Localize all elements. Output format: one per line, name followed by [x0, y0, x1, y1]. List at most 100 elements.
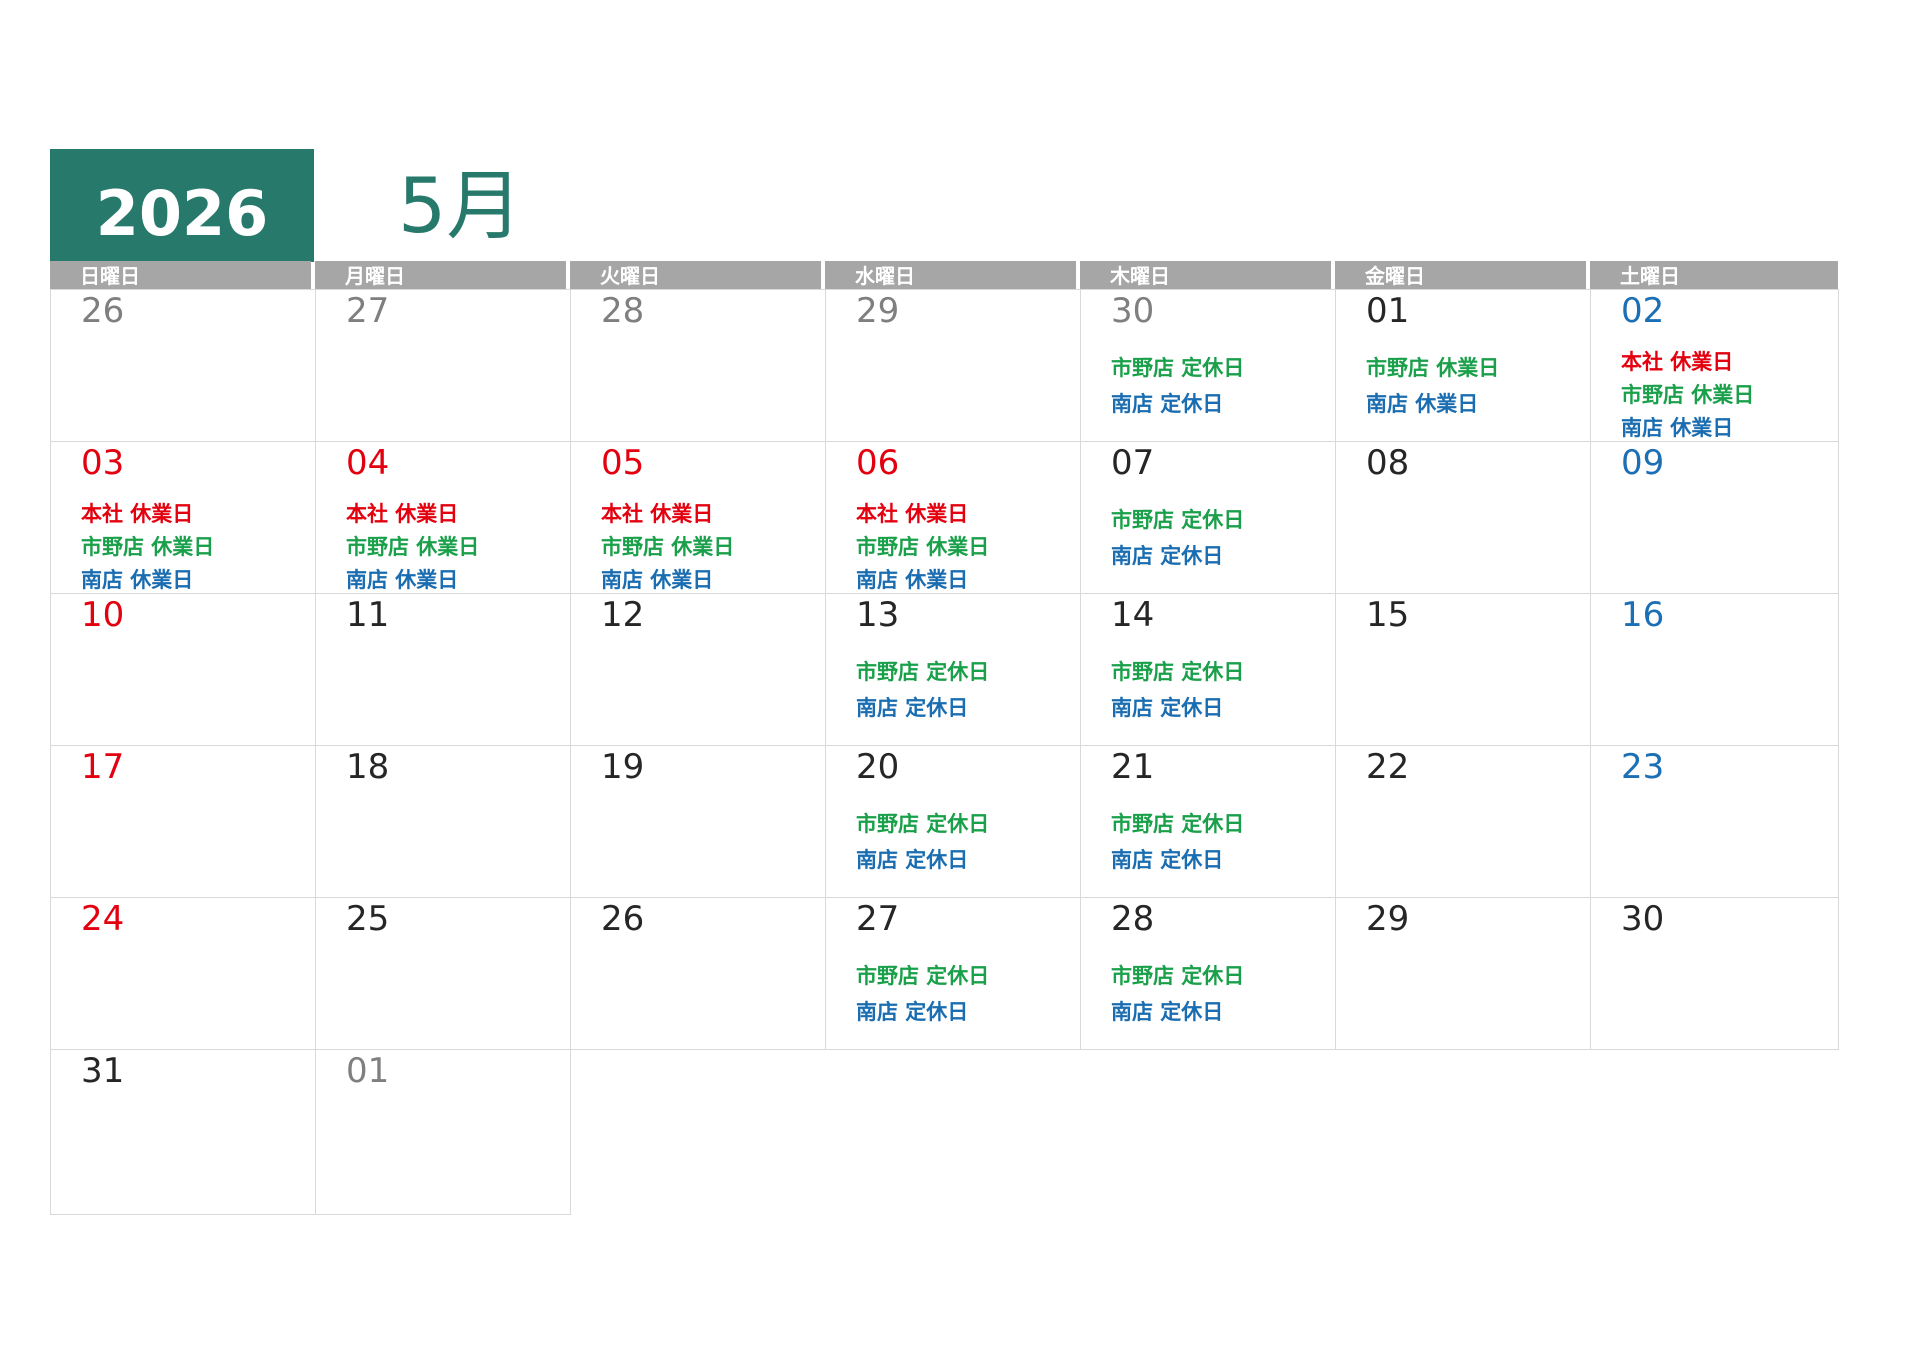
event-label: 市野店 定休日 [1111, 356, 1245, 380]
day-cell[interactable]: 15 [1335, 593, 1591, 746]
day-number: 26 [601, 899, 645, 939]
event-list: 市野店 定休日 南店 定休日 [1111, 654, 1331, 726]
day-number: 01 [346, 1051, 390, 1091]
day-cell[interactable]: 28 市野店 定休日 南店 定休日 [1080, 897, 1336, 1050]
day-number: 16 [1621, 595, 1665, 635]
day-cell[interactable]: 18 [315, 745, 571, 898]
day-cell[interactable]: 07 市野店 定休日 南店 定休日 [1080, 441, 1336, 594]
day-cell[interactable]: 04 本社 休業日 市野店 休業日 南店 休業日 [315, 441, 571, 594]
event-label: 南店 休業日 [1366, 392, 1479, 416]
event-list: 市野店 定休日 南店 定休日 [856, 654, 1076, 726]
event-label: 市野店 定休日 [1111, 508, 1245, 532]
event-list: 本社 休業日 市野店 休業日 南店 休業日 [601, 498, 821, 593]
day-cell[interactable]: 30 市野店 定休日 南店 定休日 [1080, 289, 1336, 442]
event-list: 市野店 定休日 南店 定休日 [1111, 502, 1331, 574]
day-number: 19 [601, 747, 645, 787]
event-label: 南店 定休日 [1111, 544, 1224, 568]
event-label: 南店 定休日 [1111, 848, 1224, 872]
event-list: 本社 休業日 市野店 休業日 南店 休業日 [346, 498, 566, 593]
day-number: 22 [1366, 747, 1410, 787]
event-label: 市野店 定休日 [1111, 660, 1245, 684]
event-label: 南店 休業日 [81, 568, 194, 592]
day-number: 27 [346, 291, 390, 331]
event-label: 南店 休業日 [601, 568, 714, 592]
day-cell[interactable]: 26 [50, 289, 316, 442]
event-list: 市野店 定休日 南店 定休日 [1111, 350, 1331, 422]
event-label: 本社 休業日 [1621, 350, 1734, 374]
day-cell[interactable]: 01 市野店 休業日 南店 休業日 [1335, 289, 1591, 442]
day-cell[interactable]: 10 [50, 593, 316, 746]
day-number: 04 [346, 443, 390, 483]
day-cell[interactable]: 24 [50, 897, 316, 1050]
day-number: 06 [856, 443, 900, 483]
event-label: 市野店 定休日 [856, 812, 990, 836]
day-cell[interactable]: 31 [50, 1049, 316, 1215]
event-label: 本社 休業日 [81, 502, 194, 526]
day-cell[interactable]: 03 本社 休業日 市野店 休業日 南店 休業日 [50, 441, 316, 594]
day-cell[interactable]: 28 [570, 289, 826, 442]
event-label: 南店 休業日 [346, 568, 459, 592]
day-cell[interactable]: 21 市野店 定休日 南店 定休日 [1080, 745, 1336, 898]
day-cell[interactable]: 25 [315, 897, 571, 1050]
day-cell[interactable]: 29 [825, 289, 1081, 442]
event-list: 市野店 定休日 南店 定休日 [1111, 958, 1331, 1030]
event-label: 市野店 休業日 [1621, 383, 1755, 407]
day-number: 11 [346, 595, 390, 635]
day-cell[interactable]: 23 [1590, 745, 1839, 898]
day-number: 10 [81, 595, 125, 635]
weekday-friday: 金曜日 [1335, 261, 1586, 289]
event-label: 南店 定休日 [856, 1000, 969, 1024]
event-label: 南店 定休日 [1111, 392, 1224, 416]
event-label: 市野店 休業日 [601, 535, 735, 559]
day-cell[interactable]: 09 [1590, 441, 1839, 594]
event-label: 市野店 定休日 [1111, 964, 1245, 988]
day-cell[interactable]: 05 本社 休業日 市野店 休業日 南店 休業日 [570, 441, 826, 594]
weekday-thursday: 木曜日 [1080, 261, 1331, 289]
day-cell[interactable]: 27 市野店 定休日 南店 定休日 [825, 897, 1081, 1050]
day-number: 29 [856, 291, 900, 331]
day-cell[interactable]: 27 [315, 289, 571, 442]
day-cell[interactable]: 02 本社 休業日 市野店 休業日 南店 休業日 [1590, 289, 1839, 442]
day-cell[interactable]: 14 市野店 定休日 南店 定休日 [1080, 593, 1336, 746]
event-label: 市野店 休業日 [346, 535, 480, 559]
day-cell[interactable]: 01 [315, 1049, 571, 1215]
event-list: 本社 休業日 市野店 休業日 南店 休業日 [1621, 346, 1834, 441]
day-number: 05 [601, 443, 645, 483]
day-number: 21 [1111, 747, 1155, 787]
day-number: 24 [81, 899, 125, 939]
weekday-saturday: 土曜日 [1590, 261, 1838, 289]
day-number: 25 [346, 899, 390, 939]
day-cell[interactable]: 26 [570, 897, 826, 1050]
day-cell[interactable]: 22 [1335, 745, 1591, 898]
day-cell[interactable]: 20 市野店 定休日 南店 定休日 [825, 745, 1081, 898]
day-cell[interactable]: 11 [315, 593, 571, 746]
day-number: 17 [81, 747, 125, 787]
day-cell[interactable]: 13 市野店 定休日 南店 定休日 [825, 593, 1081, 746]
day-number: 28 [1111, 899, 1155, 939]
event-label: 本社 休業日 [856, 502, 969, 526]
day-cell[interactable]: 16 [1590, 593, 1839, 746]
day-cell[interactable]: 30 [1590, 897, 1839, 1050]
day-cell[interactable]: 29 [1335, 897, 1591, 1050]
day-number: 01 [1366, 291, 1410, 331]
day-number: 18 [346, 747, 390, 787]
day-cell[interactable]: 19 [570, 745, 826, 898]
day-number: 30 [1111, 291, 1155, 331]
day-cell[interactable]: 12 [570, 593, 826, 746]
day-number: 28 [601, 291, 645, 331]
day-number: 15 [1366, 595, 1410, 635]
day-number: 07 [1111, 443, 1155, 483]
event-list: 市野店 定休日 南店 定休日 [856, 806, 1076, 878]
day-number: 29 [1366, 899, 1410, 939]
day-cell[interactable]: 08 [1335, 441, 1591, 594]
year-badge: 2026 [50, 149, 314, 262]
day-number: 09 [1621, 443, 1665, 483]
weekday-wednesday: 水曜日 [825, 261, 1076, 289]
day-cell[interactable]: 17 [50, 745, 316, 898]
day-cell[interactable]: 06 本社 休業日 市野店 休業日 南店 休業日 [825, 441, 1081, 594]
event-label: 南店 休業日 [1621, 416, 1734, 440]
event-list: 市野店 定休日 南店 定休日 [1111, 806, 1331, 878]
day-number: 31 [81, 1051, 125, 1091]
day-number: 14 [1111, 595, 1155, 635]
weekday-header: 日曜日 月曜日 火曜日 水曜日 木曜日 金曜日 土曜日 [50, 261, 1838, 289]
